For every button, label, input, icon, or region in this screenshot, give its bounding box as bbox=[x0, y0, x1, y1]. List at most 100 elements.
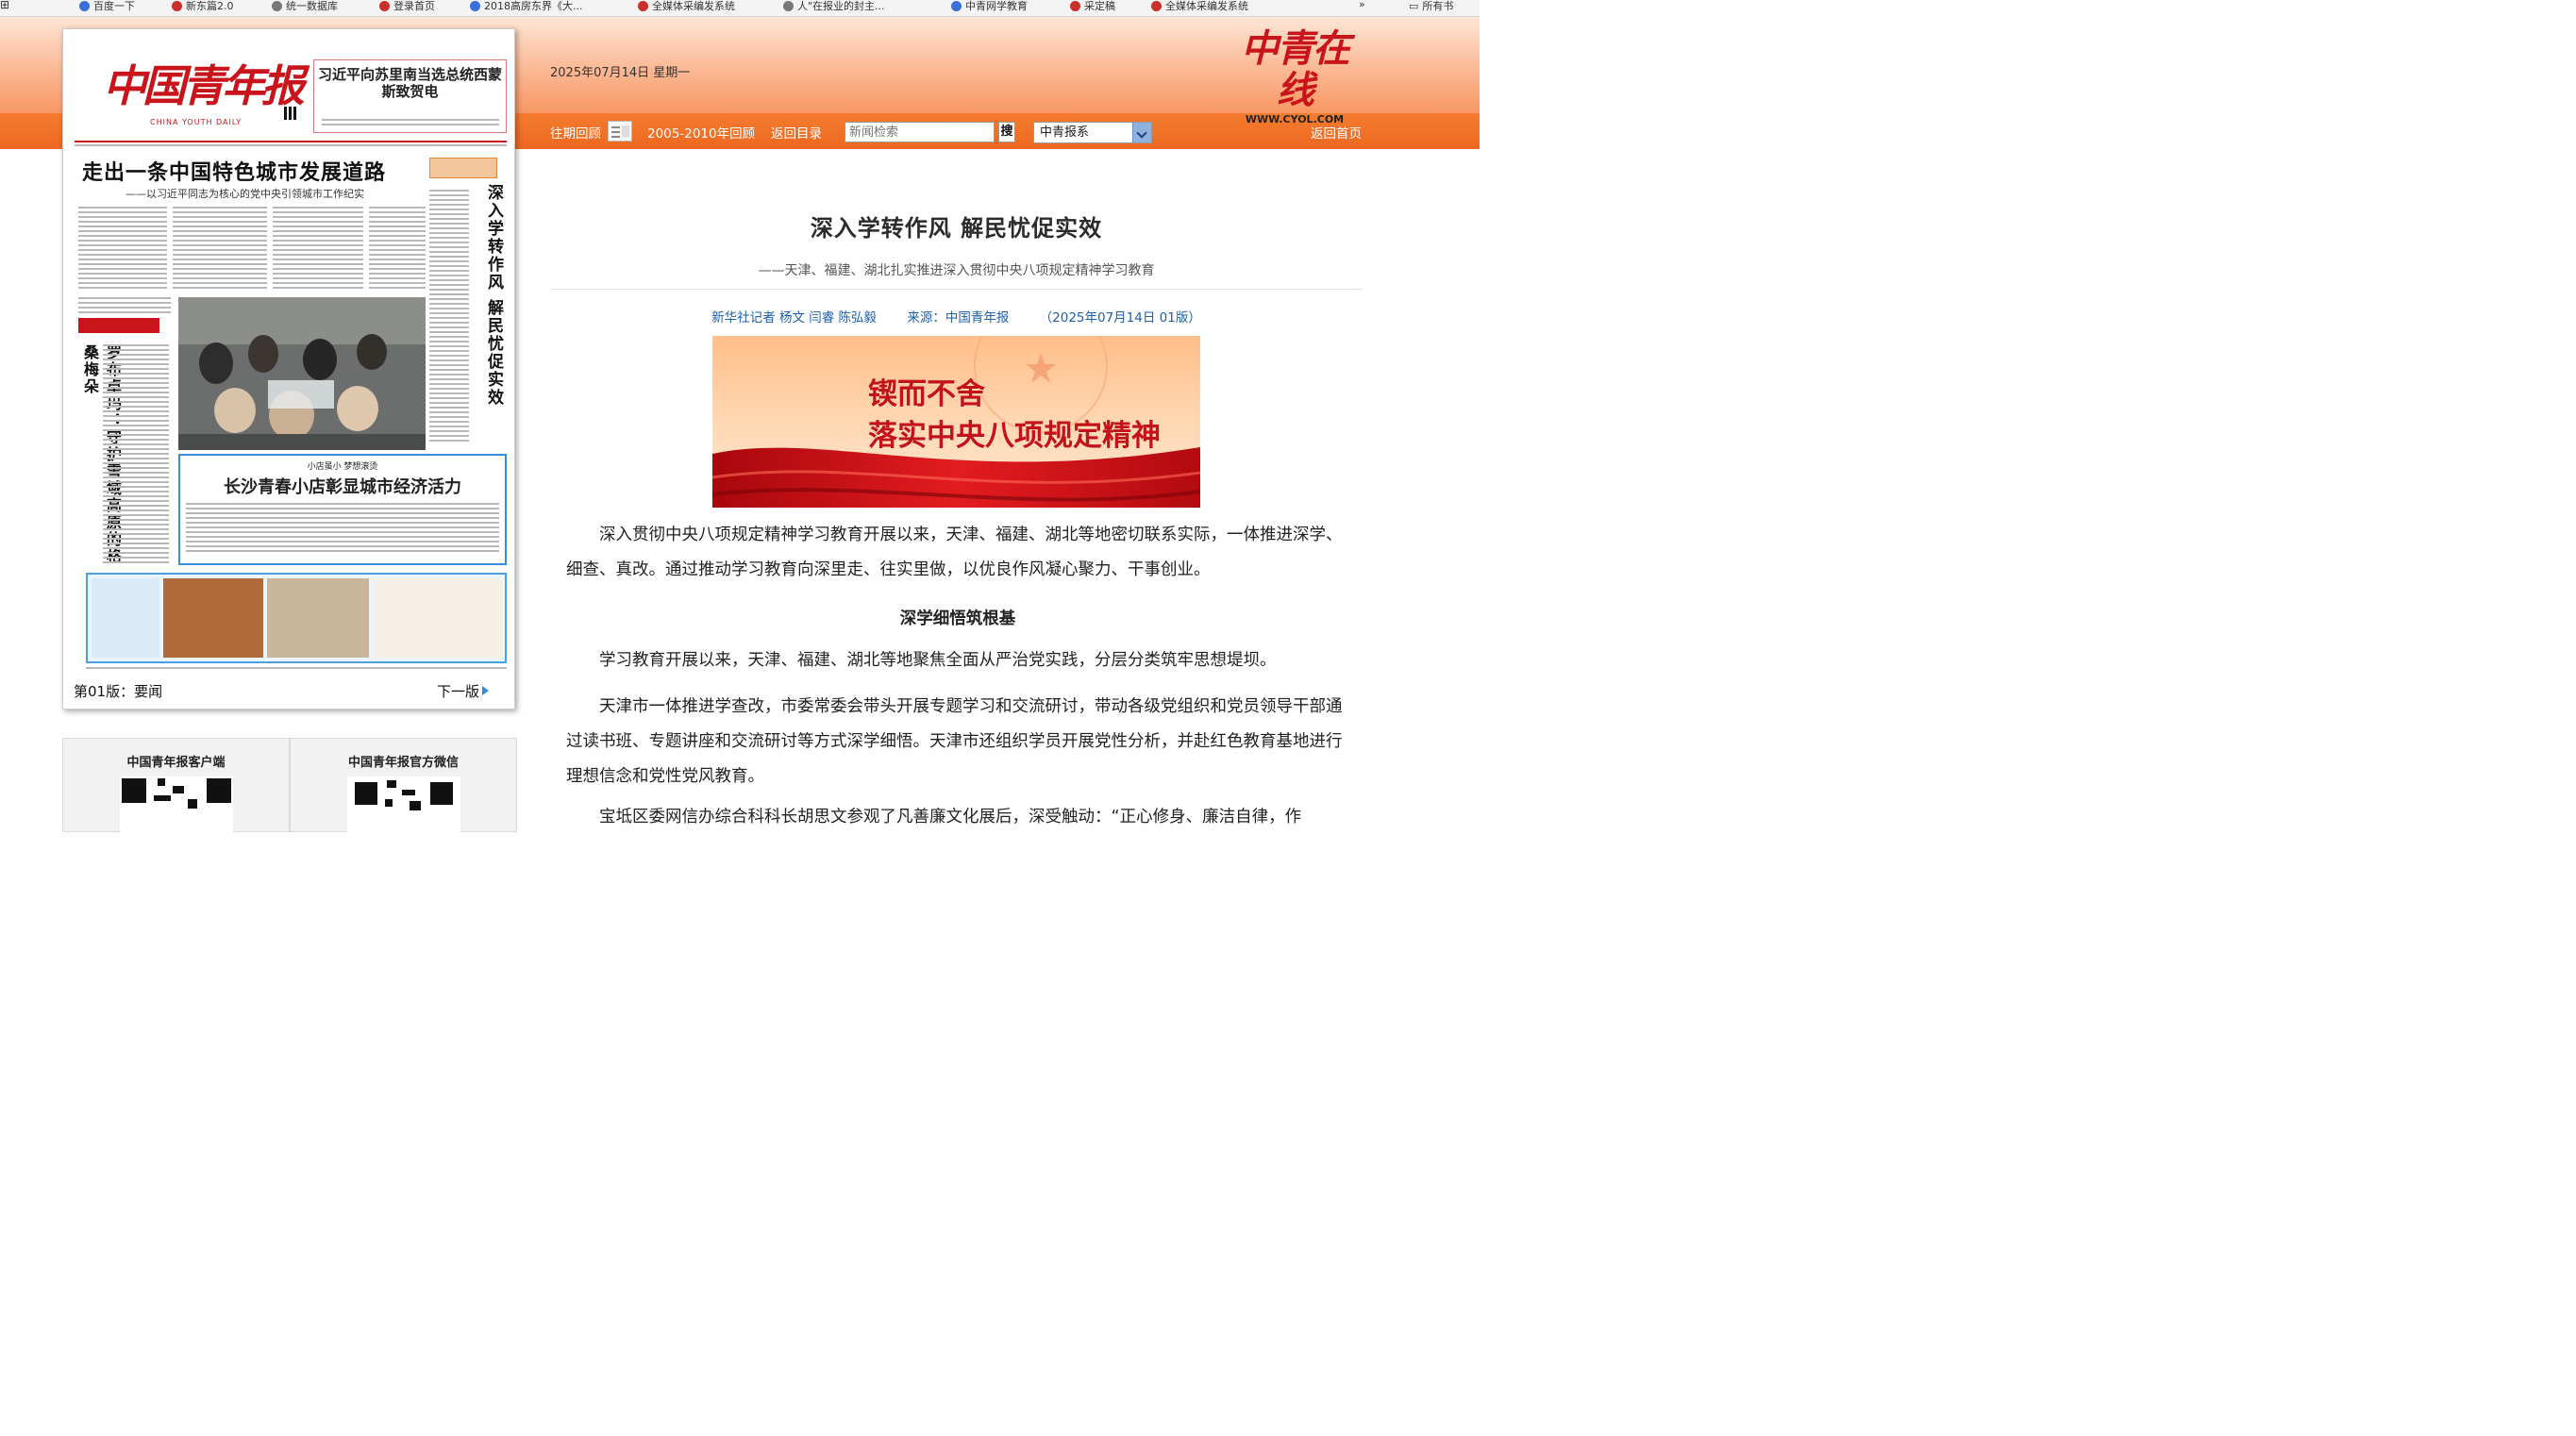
next-page-link[interactable]: 下一版 bbox=[437, 681, 490, 701]
article-column bbox=[429, 190, 469, 444]
site-icon bbox=[1151, 0, 1162, 11]
front-page-photo[interactable] bbox=[178, 297, 426, 450]
newspaper-masthead-english: CHINA YOUTH DAILY bbox=[150, 118, 243, 126]
divider bbox=[550, 289, 1363, 290]
bookmark-label: 统一数据库 bbox=[286, 0, 338, 12]
site-icon bbox=[172, 0, 182, 11]
article-source: 来源：中国青年报 bbox=[907, 310, 1010, 326]
qr-code-icon[interactable] bbox=[346, 776, 460, 843]
feature-tile bbox=[92, 578, 159, 658]
paper-select-value: 中青报系 bbox=[1040, 125, 1090, 140]
bookmark-0[interactable]: ⊞ bbox=[0, 0, 9, 11]
article-paragraph: 深入贯彻中央八项规定精神学习教育开展以来，天津、福建、湖北等地密切联系实际，一体… bbox=[566, 526, 1343, 579]
bookmark-label: 2018高房东界《大... bbox=[484, 0, 583, 12]
feature-tile bbox=[373, 578, 503, 658]
site-icon bbox=[470, 0, 480, 11]
site-icon bbox=[951, 0, 962, 11]
apps-grid-icon: ⊞ bbox=[0, 0, 10, 11]
calendar-icon[interactable] bbox=[608, 121, 632, 142]
article-column bbox=[78, 207, 167, 292]
qr-code-icon[interactable] bbox=[119, 776, 233, 843]
qr-code-small bbox=[284, 107, 297, 120]
qr-box-wechat: 中国青年报官方微信 bbox=[290, 738, 517, 843]
folder-icon: ▭ bbox=[1409, 0, 1419, 12]
page-label: 第01版：要闻 bbox=[74, 683, 163, 700]
story-body-lines bbox=[186, 503, 499, 558]
current-date: 2025年07月14日 星期一 bbox=[550, 66, 691, 80]
bookmark-label: 百度一下 bbox=[93, 0, 135, 12]
bookmark-2[interactable]: 新东篇2.0 bbox=[172, 0, 234, 13]
newspaper-page-image[interactable]: 中国青年报 CHINA YOUTH DAILY 习近平向苏里南当选总统西蒙斯致贺… bbox=[75, 39, 507, 694]
newspaper-masthead: 中国青年报 bbox=[103, 60, 305, 111]
bookmark-label: 采定稿 bbox=[1084, 0, 1115, 12]
bookmark-label: 登录首页 bbox=[393, 0, 435, 12]
nav-archive-link[interactable]: 往期回顾 bbox=[550, 123, 601, 142]
article-banner-image: 锲而不舍 落实中央八项规定精神 bbox=[712, 336, 1200, 508]
all-bookmarks-label: 所有书 bbox=[1422, 0, 1454, 12]
qr-box-app: 中国青年报客户端 bbox=[62, 738, 290, 843]
site-logo[interactable]: 中青在线 WWW.CYOL.COM bbox=[1238, 28, 1351, 126]
article-paragraph: 学习教育开展以来，天津、福建、湖北等地聚焦全面从严治党实践，分层分类筑牢思想堤坝… bbox=[599, 651, 1277, 670]
article-title: 深入学转作风 解民忧促实效 bbox=[810, 215, 1103, 242]
bookmark-5[interactable]: 2018高房东界《大... bbox=[470, 0, 582, 13]
top-headline-box[interactable]: 习近平向苏里南当选总统西蒙斯致贺电 bbox=[313, 59, 507, 133]
bottom-feature-strip[interactable] bbox=[86, 573, 507, 663]
site-icon bbox=[638, 0, 648, 11]
bookmark-7[interactable]: 人"在报业的封主... bbox=[783, 0, 885, 13]
search-button[interactable]: 搜 bbox=[998, 122, 1015, 142]
article-column bbox=[173, 207, 267, 292]
bookmark-label: 全媒体采编发系统 bbox=[652, 0, 735, 12]
article-column bbox=[273, 207, 363, 292]
banner-line-2: 落实中央八项规定精神 bbox=[868, 419, 1161, 453]
bookmarks-bar: ⊞ 百度一下 新东篇2.0 统一数据库 登录首页 2018高房东界《大... 全… bbox=[0, 0, 1480, 17]
bookmark-1[interactable]: 百度一下 bbox=[79, 0, 135, 13]
paper-select-dropdown[interactable]: 中青报系 bbox=[1033, 122, 1152, 143]
bookmark-3[interactable]: 统一数据库 bbox=[272, 0, 338, 13]
bookmark-4[interactable]: 登录首页 bbox=[379, 0, 435, 13]
article-section-heading: 深学细悟筑根基 bbox=[899, 609, 1016, 628]
masthead-rule bbox=[75, 141, 507, 142]
chevron-double-right-icon: » bbox=[1359, 0, 1365, 10]
bookmark-label: 全媒体采编发系统 bbox=[1165, 0, 1248, 12]
baidu-icon bbox=[79, 0, 90, 11]
article-column bbox=[103, 344, 169, 567]
main-headline[interactable]: 走出一条中国特色城市发展道路 bbox=[82, 156, 386, 186]
bookmark-10[interactable]: 全媒体采编发系统 bbox=[1151, 0, 1248, 13]
qr-label-app: 中国青年报客户端 bbox=[126, 756, 226, 770]
arrow-right-icon bbox=[482, 686, 490, 695]
bookmarks-more-button[interactable]: » bbox=[1359, 0, 1365, 10]
banner-line-1: 锲而不舍 bbox=[868, 377, 985, 411]
bookmark-6[interactable]: 全媒体采编发系统 bbox=[638, 0, 735, 13]
vertical-headline-right[interactable]: 深入学转作风 解民忧促实效 bbox=[482, 184, 506, 420]
feature-tile bbox=[163, 578, 263, 658]
story-headline: 长沙青春小店彰显城市经济活力 bbox=[224, 477, 461, 497]
logo-text: 中青在线 bbox=[1241, 26, 1350, 112]
nav-archive-2005-link[interactable]: 2005-2010年回顾 bbox=[647, 123, 755, 142]
nav-home-link[interactable]: 返回首页 bbox=[1311, 123, 1362, 142]
top-headline: 习近平向苏里南当选总统西蒙斯致贺电 bbox=[317, 66, 502, 100]
feature-tile bbox=[267, 578, 369, 658]
site-icon bbox=[379, 0, 390, 11]
all-bookmarks-button[interactable]: ▭ 所有书 bbox=[1409, 0, 1453, 13]
dateline-strip bbox=[75, 144, 507, 150]
bookmark-9[interactable]: 采定稿 bbox=[1070, 0, 1115, 13]
chevron-down-icon[interactable] bbox=[1132, 123, 1151, 142]
bookmark-8[interactable]: 中青网学教育 bbox=[951, 0, 1028, 13]
news-search-input[interactable] bbox=[845, 122, 995, 142]
page-footer-lines bbox=[86, 667, 507, 673]
main-subheadline: ——以习近平同志为核心的党中央引领城市工作纪实 bbox=[125, 188, 364, 200]
qr-label-wechat: 中国青年报官方微信 bbox=[347, 756, 459, 770]
next-page-label: 下一版 bbox=[437, 683, 480, 700]
bookmark-label: 中青网学教育 bbox=[965, 0, 1028, 12]
article-column bbox=[369, 207, 426, 292]
bookmark-label: 人"在报业的封主... bbox=[797, 0, 885, 12]
article-subtitle: ——天津、福建、湖北扎实推进深入贯彻中央八项规定精神学习教育 bbox=[758, 263, 1155, 278]
article-author: 新华社记者 杨文 闫睿 陈弘毅 bbox=[711, 310, 878, 326]
article-byline: 新华社记者 杨文 闫睿 陈弘毅 来源：中国青年报 （2025年07月14日 01… bbox=[550, 307, 1363, 326]
article-paragraph: 宝坻区委网信办综合科科长胡思文参观了凡善廉文化展后，深受触动：“正心修身、廉洁自… bbox=[599, 808, 1302, 827]
nav-back-to-index-link[interactable]: 返回目录 bbox=[771, 123, 822, 142]
article-paragraph: 天津市一体推进学查改，市委常委会带头开展专题学习和交流研讨，带动各级党组织和党员… bbox=[566, 697, 1343, 786]
newspaper-page-panel: 中国青年报 CHINA YOUTH DAILY 习近平向苏里南当选总统西蒙斯致贺… bbox=[62, 28, 515, 710]
story-box[interactable]: 小店虽小 梦想滚烫 长沙青春小店彰显城市经济活力 bbox=[178, 454, 507, 565]
site-icon bbox=[1070, 0, 1080, 11]
